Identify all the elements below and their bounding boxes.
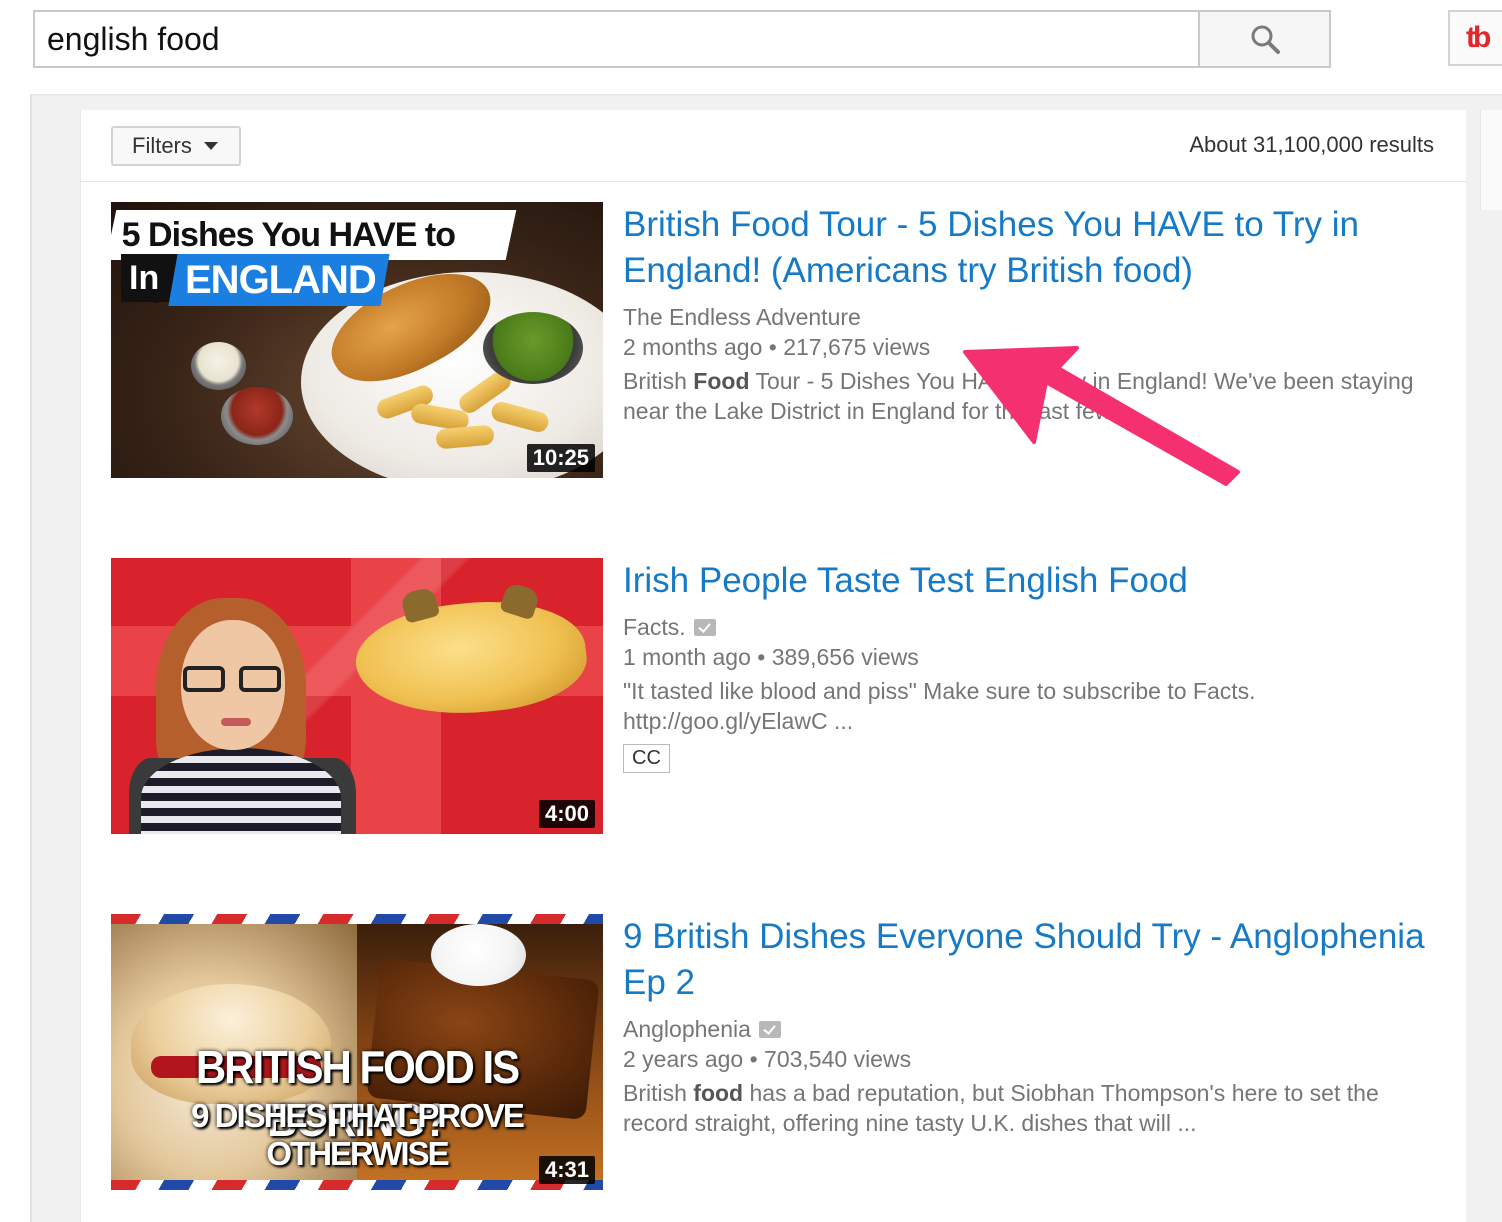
thumb-text: ENGLAND	[185, 258, 376, 302]
thumb-cream	[431, 924, 526, 986]
tubebuddy-logo-icon: tb	[1466, 21, 1491, 54]
filters-label: Filters	[132, 133, 192, 158]
desc-text: British	[623, 368, 694, 394]
channel-label: The Endless Adventure	[623, 304, 861, 330]
video-views: 389,656 views	[771, 644, 919, 670]
video-description: "It tasted like blood and piss" Make sur…	[623, 676, 1443, 736]
thumb-airmail-stripe	[111, 1180, 603, 1190]
video-thumbnail[interactable]: BRITISH FOOD IS BORING? 9 DISHES THAT PR…	[111, 914, 603, 1190]
thumb-text: 9 DISHES THAT PROVE OTHERWISE	[191, 1097, 525, 1172]
caret-down-icon	[203, 142, 218, 150]
video-result: 4:00 Irish People Taste Test English Foo…	[111, 558, 1451, 838]
video-meta: 2 years ago • 703,540 views	[623, 1044, 1443, 1074]
video-title[interactable]: 9 British Dishes Everyone Should Try - A…	[623, 914, 1443, 1006]
desc-highlight: Food	[693, 368, 750, 394]
channel-name[interactable]: The Endless Adventure	[623, 302, 1443, 332]
result-count: About 31,100,000 results	[1189, 132, 1434, 157]
video-info: 9 British Dishes Everyone Should Try - A…	[623, 914, 1443, 1138]
thumb-sauce-pot	[221, 387, 293, 445]
desc-text: "It tasted like blood and piss" Make sur…	[623, 678, 1256, 734]
thumb-banner: 5 Dishes You HAVE to Try	[111, 210, 517, 304]
video-age: 2 months ago	[623, 334, 763, 360]
thumb-banner: ENGLAND	[168, 254, 390, 306]
video-title[interactable]: Irish People Taste Test English Food	[623, 558, 1443, 604]
video-meta: 2 months ago • 217,675 views	[623, 332, 1443, 362]
search-icon	[1251, 25, 1280, 54]
filters-button[interactable]: Filters	[111, 126, 241, 166]
results-card: Filters About 31,100,000 results 5 Dishe…	[80, 110, 1466, 1222]
video-age: 2 years ago	[623, 1046, 744, 1072]
thumb-airmail-stripe	[111, 914, 603, 924]
video-result: 5 Dishes You HAVE to Try In ENGLAND 10:2…	[111, 202, 1451, 482]
bullet-separator: •	[757, 644, 772, 670]
thumb-mouth	[221, 718, 251, 726]
video-meta: 1 month ago • 389,656 views	[623, 642, 1443, 672]
video-info: Irish People Taste Test English Food Fac…	[623, 558, 1443, 773]
search-query: english food	[47, 21, 220, 57]
desc-highlight: food	[693, 1080, 744, 1106]
thumb-sauce-pot	[191, 342, 246, 390]
search-button[interactable]	[1198, 10, 1331, 68]
desc-text: British	[623, 1080, 694, 1106]
extension-button[interactable]: tb	[1448, 10, 1502, 66]
video-description: British Food Tour - 5 Dishes You HAVE to…	[623, 366, 1443, 426]
video-thumbnail[interactable]: 4:00	[111, 558, 603, 834]
thumb-glasses	[183, 666, 285, 692]
verified-icon	[693, 618, 716, 636]
video-result: BRITISH FOOD IS BORING? 9 DISHES THAT PR…	[111, 914, 1451, 1194]
channel-name[interactable]: Anglophenia	[623, 1014, 1443, 1044]
channel-label: Facts.	[623, 614, 686, 640]
cc-badge: CC	[623, 744, 670, 773]
video-duration: 4:31	[538, 1156, 595, 1184]
video-title[interactable]: British Food Tour - 5 Dishes You HAVE to…	[623, 202, 1443, 294]
bullet-separator: •	[768, 334, 784, 360]
video-thumbnail[interactable]: 5 Dishes You HAVE to Try In ENGLAND 10:2…	[111, 202, 603, 478]
video-duration: 4:00	[538, 800, 595, 828]
search-input[interactable]: english food	[33, 10, 1200, 68]
thumb-peas	[483, 312, 583, 384]
verified-icon	[758, 1020, 781, 1038]
video-info: British Food Tour - 5 Dishes You HAVE to…	[623, 202, 1443, 426]
scrollbar[interactable]	[1480, 110, 1502, 210]
video-age: 1 month ago	[623, 644, 751, 670]
channel-name[interactable]: Facts.	[623, 612, 1443, 642]
channel-label: Anglophenia	[623, 1016, 751, 1042]
bullet-separator: •	[749, 1046, 765, 1072]
video-views: 703,540 views	[764, 1046, 912, 1072]
video-description: British food has a bad reputation, but S…	[623, 1078, 1443, 1138]
video-views: 217,675 views	[783, 334, 931, 360]
video-duration: 10:25	[526, 444, 595, 472]
filter-bar: Filters About 31,100,000 results	[81, 110, 1466, 182]
